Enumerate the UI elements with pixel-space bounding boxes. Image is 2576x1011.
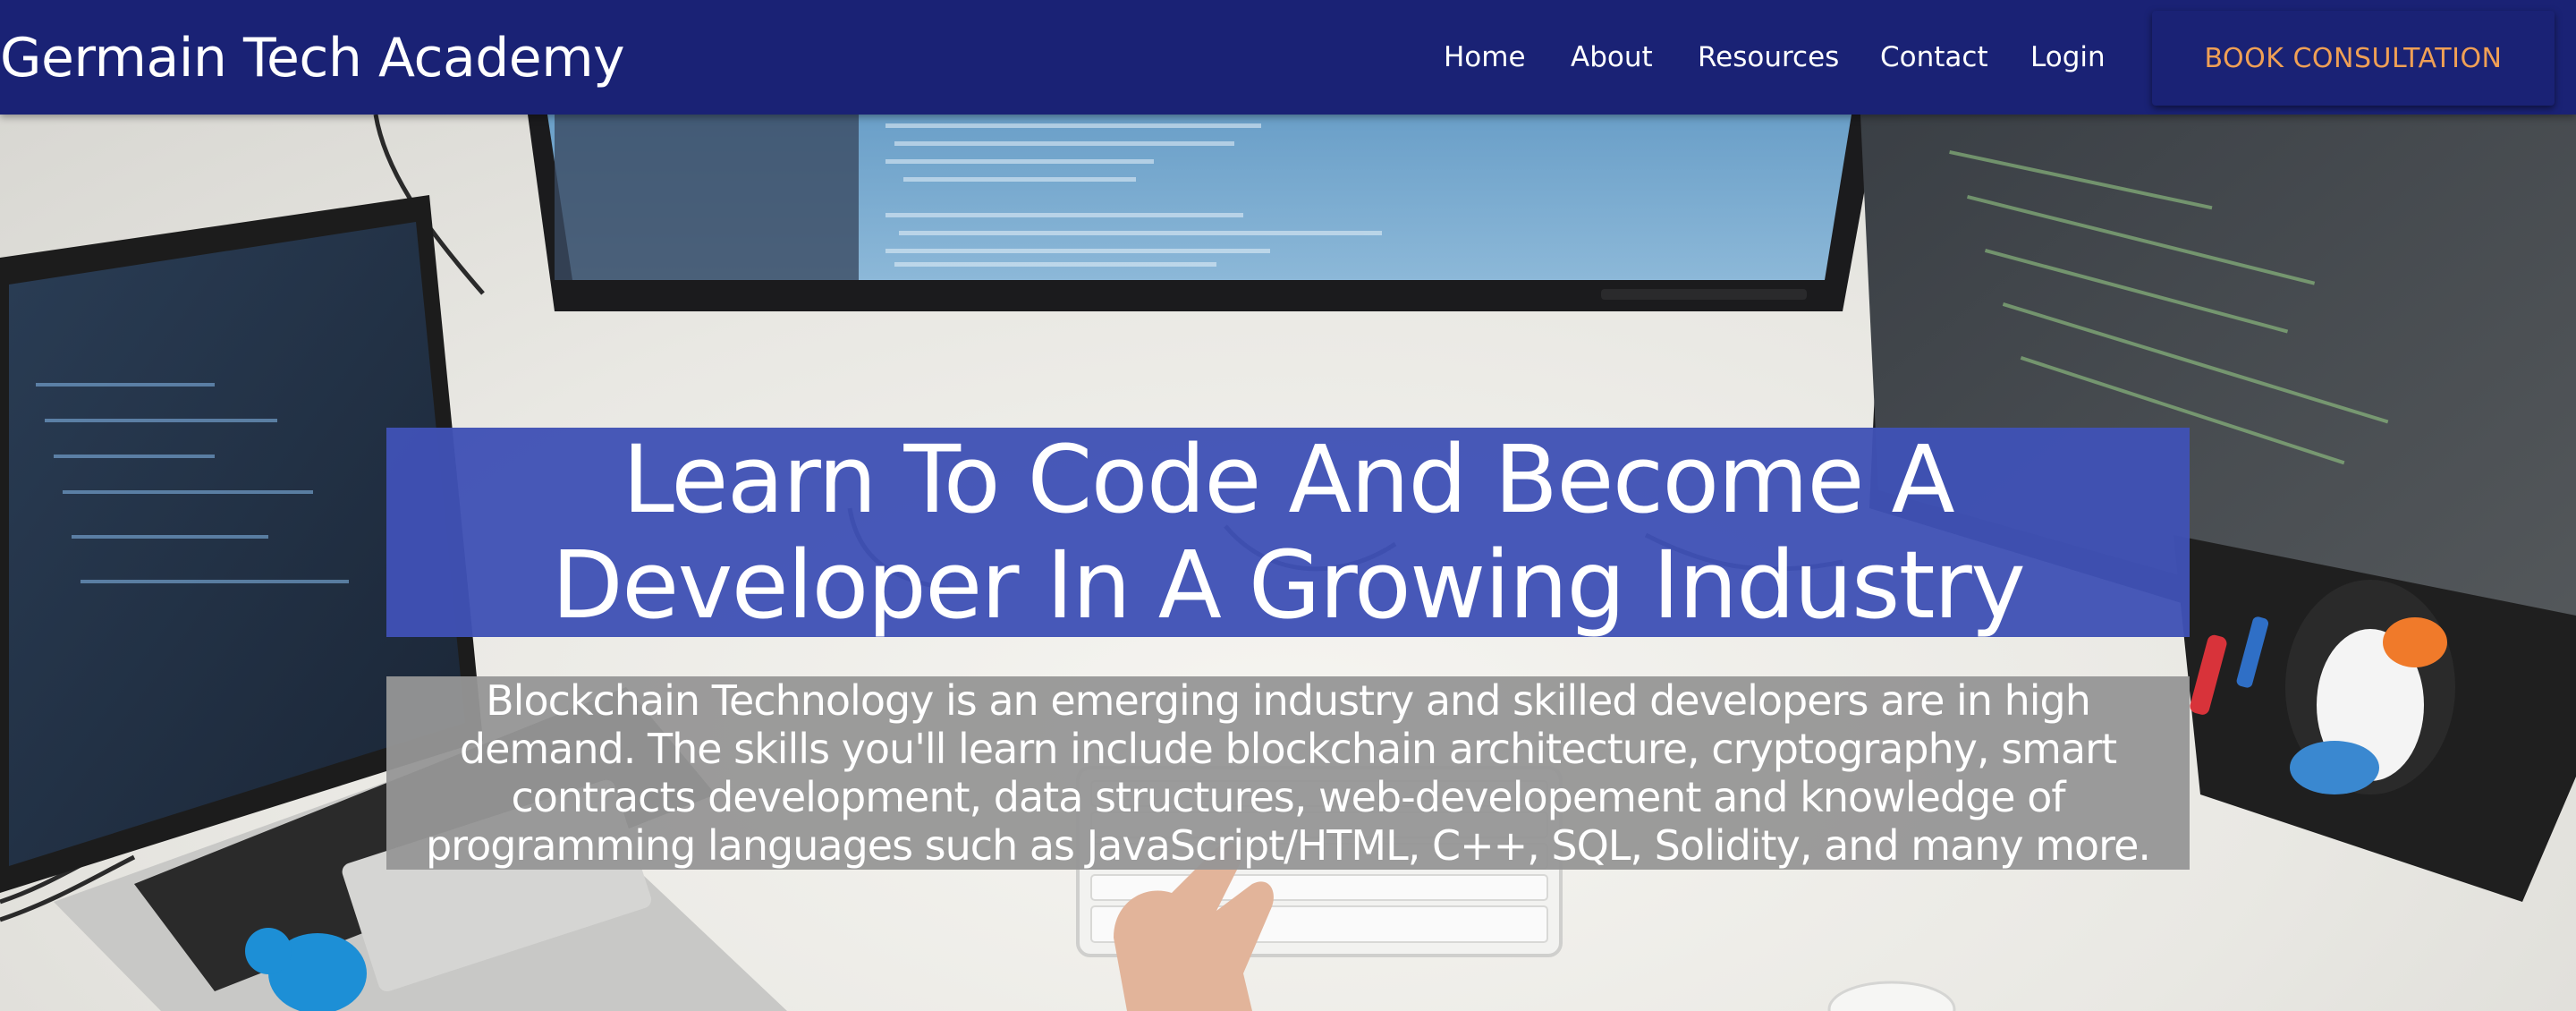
hero-headline: Learn To Code And Become A Developer In … xyxy=(551,425,2026,640)
nav-link-home[interactable]: Home xyxy=(1444,39,1526,75)
nav-link-contact[interactable]: Contact xyxy=(1880,39,1988,75)
mouse-icon xyxy=(1827,981,1956,1011)
brand-logo-text[interactable]: Germain Tech Academy xyxy=(0,27,625,89)
nav-link-login[interactable]: Login xyxy=(2030,39,2106,75)
nav-link-resources[interactable]: Resources xyxy=(1698,39,1839,75)
book-consultation-button[interactable]: BOOK CONSULTATION xyxy=(2152,11,2555,106)
page: Germain Tech Academy Home About Resource… xyxy=(0,0,2576,1011)
nav-link-about[interactable]: About xyxy=(1571,39,1653,75)
navbar: Germain Tech Academy Home About Resource… xyxy=(0,0,2576,115)
hero-headline-box: Learn To Code And Become A Developer In … xyxy=(386,425,2190,640)
hero-section: Learn To Code And Become A Developer In … xyxy=(0,114,2576,1011)
hero-description: Blockchain Technology is an emerging ind… xyxy=(425,676,2151,870)
hero-description-box: Blockchain Technology is an emerging ind… xyxy=(386,676,2190,870)
monitor-icon xyxy=(528,115,1878,311)
